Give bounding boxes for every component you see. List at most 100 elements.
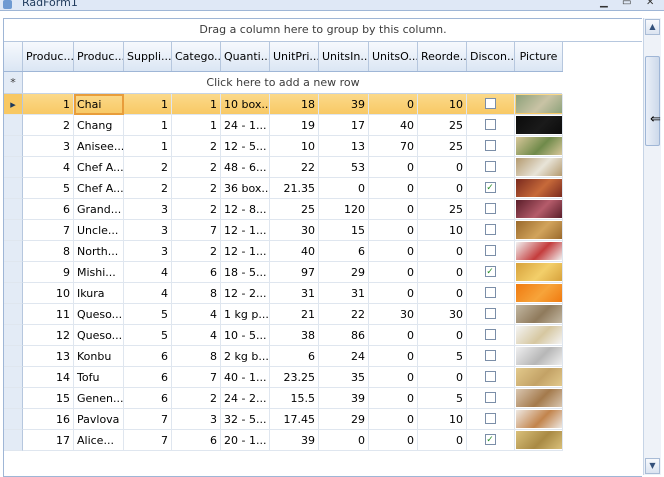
row-indicator[interactable] [4, 115, 23, 136]
cell-discontinued[interactable] [467, 94, 515, 115]
table-row[interactable]: 17 Alice... 7 6 20 - 1... 39 0 0 0 ✓ [4, 430, 563, 451]
cell-units-on-order[interactable]: 40 [369, 115, 418, 136]
cell-category-id[interactable]: 8 [172, 346, 221, 367]
cell-discontinued[interactable] [467, 241, 515, 262]
cell-product-id[interactable]: 12 [23, 325, 74, 346]
row-indicator[interactable] [4, 241, 23, 262]
close-icon[interactable]: ✕ [646, 0, 654, 10]
cell-discontinued[interactable] [467, 346, 515, 367]
row-indicator[interactable] [4, 304, 23, 325]
table-row[interactable]: 14 Tofu 6 7 40 - 1... 23.25 35 0 0 [4, 367, 563, 388]
row-indicator[interactable] [4, 430, 23, 451]
cell-units-on-order[interactable]: 0 [369, 262, 418, 283]
cell-units-on-order[interactable]: 0 [369, 430, 418, 451]
cell-discontinued[interactable] [467, 388, 515, 409]
cell-category-id[interactable]: 2 [172, 199, 221, 220]
cell-product-id[interactable]: 17 [23, 430, 74, 451]
cell-picture[interactable] [515, 178, 563, 199]
cell-product-id[interactable]: 5 [23, 178, 74, 199]
cell-picture[interactable] [515, 220, 563, 241]
cell-units-on-order[interactable]: 0 [369, 178, 418, 199]
cell-units-in-stock[interactable]: 120 [319, 199, 369, 220]
cell-unit-price[interactable]: 22 [270, 157, 319, 178]
scroll-up-arrow-icon[interactable]: ▲ [645, 19, 660, 35]
cell-supplier-id[interactable]: 4 [124, 283, 172, 304]
cell-product-name[interactable]: Uncle... [74, 220, 124, 241]
cell-supplier-id[interactable]: 2 [124, 178, 172, 199]
cell-supplier-id[interactable]: 4 [124, 262, 172, 283]
column-header-product-name[interactable]: Produc... [74, 42, 124, 71]
cell-picture[interactable] [515, 199, 563, 220]
column-header-product-id[interactable]: Produc... [23, 42, 74, 71]
cell-supplier-id[interactable]: 6 [124, 346, 172, 367]
cell-units-on-order[interactable]: 0 [369, 367, 418, 388]
checkbox-unchecked[interactable] [484, 371, 496, 382]
cell-product-name[interactable]: Pavlova [74, 409, 124, 430]
maximize-icon[interactable]: ▭ [622, 0, 631, 10]
cell-product-name[interactable]: Genen... [74, 388, 124, 409]
cell-picture[interactable] [515, 430, 563, 451]
cell-units-on-order[interactable]: 0 [369, 325, 418, 346]
cell-quantity-per-unit[interactable]: 36 box... [221, 178, 270, 199]
cell-product-name[interactable]: Chef A... [74, 178, 124, 199]
cell-reorder-level[interactable]: 0 [418, 157, 467, 178]
cell-product-id[interactable]: 13 [23, 346, 74, 367]
cell-reorder-level[interactable]: 25 [418, 115, 467, 136]
cell-picture[interactable] [515, 136, 563, 157]
cell-quantity-per-unit[interactable]: 12 - 2... [221, 283, 270, 304]
minimize-icon[interactable]: ▁ [600, 0, 608, 10]
cell-reorder-level[interactable]: 0 [418, 430, 467, 451]
cell-supplier-id[interactable]: 6 [124, 367, 172, 388]
table-row[interactable]: 11 Queso... 5 4 1 kg p... 21 22 30 30 [4, 304, 563, 325]
column-header-category-id[interactable]: Catego... [172, 42, 221, 71]
row-indicator[interactable] [4, 220, 23, 241]
row-indicator[interactable] [4, 136, 23, 157]
cell-units-in-stock[interactable]: 0 [319, 178, 369, 199]
cell-supplier-id[interactable]: 1 [124, 94, 172, 115]
column-header-units-on-order[interactable]: UnitsO... [369, 42, 418, 71]
cell-unit-price[interactable]: 25 [270, 199, 319, 220]
cell-category-id[interactable]: 2 [172, 157, 221, 178]
row-indicator[interactable] [4, 157, 23, 178]
cell-category-id[interactable]: 2 [172, 136, 221, 157]
cell-category-id[interactable]: 4 [172, 304, 221, 325]
cell-discontinued[interactable] [467, 304, 515, 325]
row-indicator[interactable] [4, 199, 23, 220]
checkbox-unchecked[interactable] [484, 287, 496, 298]
cell-reorder-level[interactable]: 0 [418, 262, 467, 283]
cell-units-in-stock[interactable]: 15 [319, 220, 369, 241]
cell-reorder-level[interactable]: 0 [418, 241, 467, 262]
cell-units-in-stock[interactable]: 29 [319, 409, 369, 430]
row-indicator[interactable] [4, 178, 23, 199]
cell-picture[interactable] [515, 388, 563, 409]
cell-discontinued[interactable]: ✓ [467, 430, 515, 451]
column-header-supplier-id[interactable]: Suppli... [124, 42, 172, 71]
cell-quantity-per-unit[interactable]: 18 - 5... [221, 262, 270, 283]
checkbox-unchecked[interactable] [484, 245, 496, 256]
cell-units-on-order[interactable]: 70 [369, 136, 418, 157]
cell-unit-price[interactable]: 23.25 [270, 367, 319, 388]
cell-product-id[interactable]: 8 [23, 241, 74, 262]
checkbox-unchecked[interactable] [484, 308, 496, 319]
row-indicator[interactable] [4, 367, 23, 388]
column-header-picture[interactable]: Picture [515, 42, 563, 71]
cell-unit-price[interactable]: 30 [270, 220, 319, 241]
cell-unit-price[interactable]: 31 [270, 283, 319, 304]
row-indicator[interactable] [4, 262, 23, 283]
cell-product-name[interactable]: Queso... [74, 325, 124, 346]
cell-product-name[interactable]: Alice... [74, 430, 124, 451]
cell-category-id[interactable]: 6 [172, 262, 221, 283]
cell-units-in-stock[interactable]: 31 [319, 283, 369, 304]
cell-reorder-level[interactable]: 5 [418, 346, 467, 367]
cell-quantity-per-unit[interactable]: 20 - 1... [221, 430, 270, 451]
table-row[interactable]: 7 Uncle... 3 7 12 - 1... 30 15 0 10 [4, 220, 563, 241]
cell-category-id[interactable]: 7 [172, 367, 221, 388]
cell-supplier-id[interactable]: 7 [124, 409, 172, 430]
new-row[interactable]: * Click here to add a new row [4, 72, 562, 94]
cell-unit-price[interactable]: 19 [270, 115, 319, 136]
table-row[interactable]: 2 Chang 1 1 24 - 1... 19 17 40 25 [4, 115, 563, 136]
checkbox-unchecked[interactable] [484, 329, 496, 340]
cell-product-name[interactable]: Tofu [74, 367, 124, 388]
cell-product-name[interactable]: Queso... [74, 304, 124, 325]
cell-units-in-stock[interactable]: 13 [319, 136, 369, 157]
